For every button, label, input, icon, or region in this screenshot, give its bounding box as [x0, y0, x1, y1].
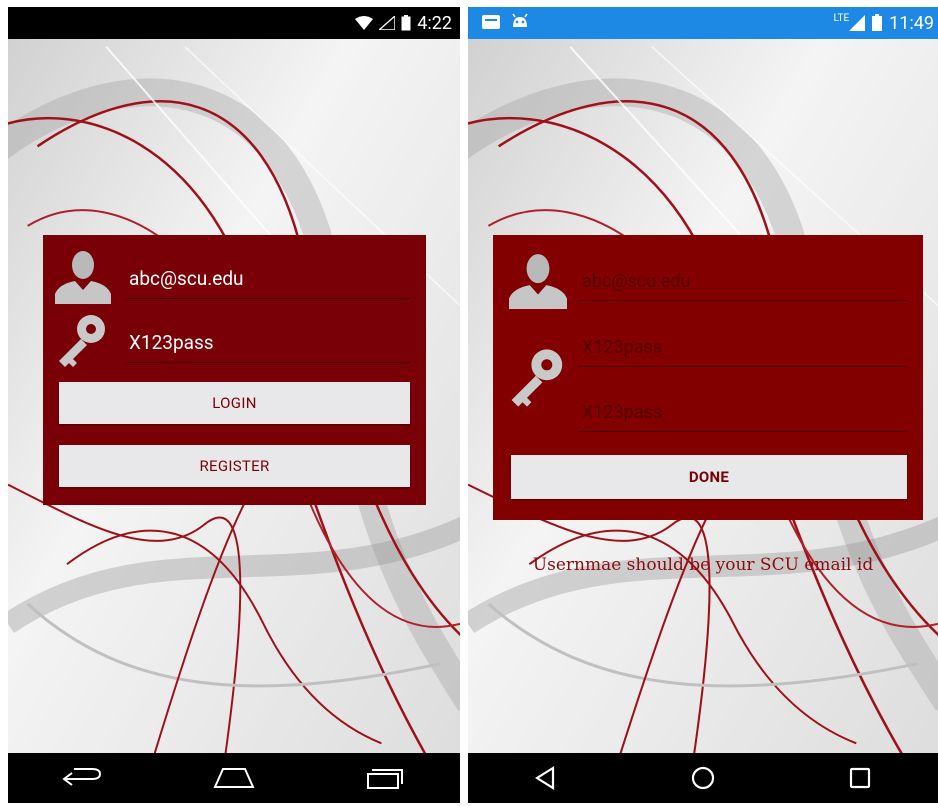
key-icon [55, 311, 111, 375]
home-icon[interactable] [209, 758, 259, 798]
network-type: LTE [833, 13, 850, 24]
password-field[interactable]: X123pass [125, 309, 410, 363]
home-circle-icon[interactable] [678, 758, 728, 798]
username-field[interactable]: abc@scu.edu [578, 247, 908, 301]
android-icon [512, 13, 528, 34]
signal-icon [849, 15, 866, 31]
login-button[interactable]: LOGIN [59, 382, 410, 424]
signal-icon [379, 16, 396, 30]
user-icon [507, 251, 569, 313]
user-icon [55, 248, 111, 308]
register-button[interactable]: REGISTER [59, 445, 410, 487]
back-icon[interactable] [58, 758, 108, 798]
message-icon [482, 13, 500, 34]
wifi-icon [355, 16, 374, 30]
key-icon [507, 345, 569, 415]
login-card: abc@scu.edu X123pass LOGIN REGISTER [43, 235, 426, 505]
register-screen: LTE 11:49 abc@scu.edu X123pass X123pass … [468, 7, 938, 803]
status-bar: LTE 11:49 [468, 7, 938, 39]
recents-icon[interactable] [360, 758, 410, 798]
status-time: 4:22 [417, 12, 452, 34]
battery-icon [871, 14, 883, 32]
done-button[interactable]: DONE [511, 455, 907, 499]
status-time: 11:49 [889, 12, 934, 34]
status-bar: 4:22 [8, 7, 460, 39]
confirm-password-field[interactable]: X123pass [578, 380, 908, 432]
register-card: abc@scu.edu X123pass X123pass DONE [493, 235, 923, 520]
username-hint: Usernmae should be your SCU email id [532, 555, 874, 575]
battery-icon [401, 15, 411, 31]
recents-square-icon[interactable] [835, 758, 885, 798]
login-screen: 4:22 abc@scu.edu X123pass LOGIN REGISTER [8, 7, 460, 803]
username-field[interactable]: abc@scu.edu [125, 245, 410, 299]
back-triangle-icon[interactable] [521, 758, 571, 798]
password-field[interactable]: X123pass [578, 315, 908, 367]
navigation-bar [8, 753, 460, 803]
navigation-bar [468, 753, 938, 803]
